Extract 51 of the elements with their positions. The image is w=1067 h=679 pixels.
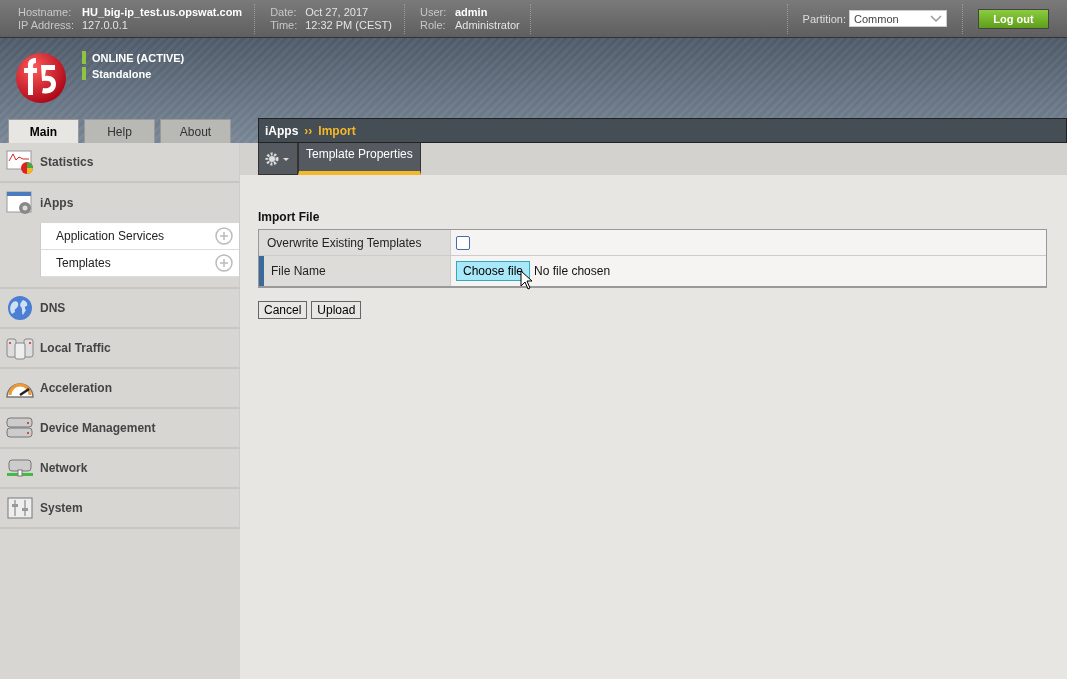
sidebar-item[interactable]: Acceleration	[0, 369, 239, 407]
sidebar-item[interactable]: Local Traffic	[0, 329, 239, 367]
server-stack-icon	[6, 415, 34, 441]
sidebar-item[interactable]: System	[0, 489, 239, 527]
field-label: Hostname:	[18, 6, 73, 18]
chevron-down-icon	[930, 14, 942, 23]
status-indicator	[82, 51, 86, 64]
sidebar-item[interactable]: Network	[0, 449, 239, 487]
choose-file-button[interactable]: Choose file	[456, 261, 531, 281]
field-value: admin	[454, 6, 488, 18]
breadcrumb-page: Import	[318, 123, 356, 138]
breadcrumb-section[interactable]: iApps	[265, 123, 299, 138]
field-value: 127.0.0.1	[82, 19, 128, 31]
nav-tab[interactable]: Help	[84, 119, 155, 143]
field-label: Time:	[270, 19, 299, 31]
table-cell: Overwrite Existing Templates	[259, 230, 451, 255]
settings-menu-button[interactable]	[258, 143, 298, 175]
sidebar-item[interactable]: iApps	[0, 183, 239, 223]
status-text: Standalone	[92, 67, 152, 80]
page-tab[interactable]: Template Properties	[298, 143, 421, 175]
partition-select[interactable]: Common	[849, 10, 947, 27]
globe-icon	[6, 295, 34, 321]
sliders-icon	[6, 495, 34, 521]
table-cell: File Name	[259, 256, 451, 286]
checkbox[interactable]	[456, 235, 470, 250]
sidebar-item[interactable]: Statistics	[0, 143, 239, 181]
partition-label: Partition:	[802, 12, 846, 25]
status-indicator	[82, 67, 86, 80]
breadcrumb-separator: ››	[304, 123, 313, 138]
submenu-item[interactable]: Templates	[41, 250, 239, 277]
servers-icon	[6, 335, 34, 361]
field-label: User:	[419, 6, 448, 18]
settings-icon	[265, 151, 291, 166]
submenu-label: Application Services	[56, 229, 165, 243]
field-label: Date:	[270, 6, 298, 18]
chart-icon	[6, 149, 34, 175]
cancel-button[interactable]: Cancel	[258, 301, 308, 319]
submenu-label: Templates	[56, 256, 111, 270]
nav-tab[interactable]: Main	[8, 119, 79, 143]
sidebar-item[interactable]: DNS	[0, 289, 239, 327]
sidebar-item[interactable]: Device Management	[0, 409, 239, 447]
submenu-item[interactable]: Application Services	[41, 223, 239, 250]
logo-icon	[14, 51, 68, 105]
status-text: ONLINE (ACTIVE)	[92, 51, 185, 64]
window-gear-icon	[6, 190, 34, 216]
section-title: Import File	[258, 210, 321, 224]
upload-button[interactable]: Upload	[311, 301, 362, 319]
nav-tab[interactable]: About	[160, 119, 231, 143]
field-label: Role:	[419, 19, 447, 31]
field-label: IP Address:	[18, 19, 76, 31]
file-status-text: No file chosen	[534, 264, 611, 278]
